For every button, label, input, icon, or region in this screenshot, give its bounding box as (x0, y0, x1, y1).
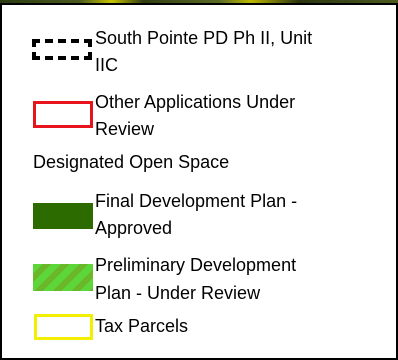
tax-parcels-swatch (34, 314, 93, 340)
other-applications-swatch (33, 101, 93, 128)
legend-label-other-applications-line1: Other Applications Under (95, 92, 296, 112)
legend-label-final-development-line2: Approved (95, 218, 173, 238)
legend-label-preliminary-development-line1: Preliminary Development (95, 255, 297, 275)
final-development-swatch (33, 203, 93, 229)
legend-label-other-applications-line2: Review (95, 119, 155, 139)
south-pointe-boundary-swatch (32, 39, 92, 60)
legend-label-south-pointe-line1: South Pointe PD Ph II, Unit (95, 28, 313, 48)
legend-label-final-development-line1: Final Development Plan - (95, 191, 298, 211)
legend-label-preliminary-development-line2: Plan - Under Review (95, 283, 261, 303)
preliminary-development-swatch (33, 264, 93, 291)
legend-label-open-space: Designated Open Space (33, 152, 230, 172)
legend-label-tax-parcels: Tax Parcels (95, 316, 189, 336)
legend-label-south-pointe-line2: IIC (95, 55, 119, 75)
